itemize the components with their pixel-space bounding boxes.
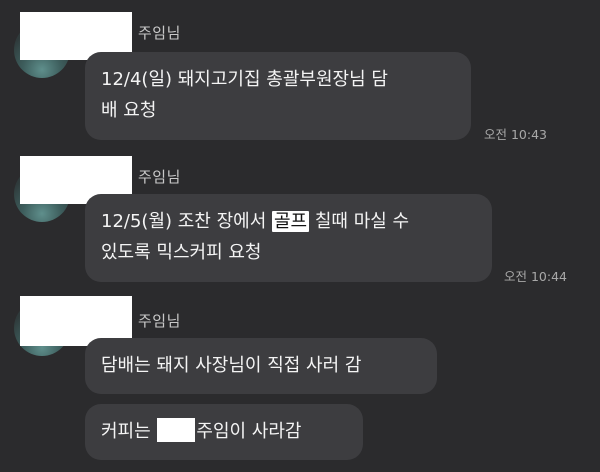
message-bubble[interactable]: 12/5(월) 조찬 장에서 골프 칠때 마실 수 있도록 믹스커피 요청 — [85, 194, 492, 282]
message-timestamp: 오전 10:43 — [484, 127, 547, 142]
sender-name: 주임님 — [138, 168, 181, 186]
message-text-segment: 12/5(월) 조찬 장에서 — [101, 211, 272, 232]
message-text-segment: 칠때 마실 수 — [309, 211, 410, 232]
message-timestamp: 오전 10:44 — [504, 269, 567, 284]
message-text-segment: 주임이 사라감 — [196, 421, 302, 442]
message-text: 담배는 돼지 사장님이 직접 사러 감 — [101, 355, 362, 376]
message-text: 있도록 믹스커피 요청 — [101, 242, 262, 263]
message-bubble[interactable]: 커피는 주임이 사라감 — [85, 404, 363, 460]
message-text: 12/4(일) 돼지고기집 총괄부원장님 담 — [101, 69, 388, 90]
message-text: 커피는 주임이 사라감 — [101, 416, 347, 447]
highlighted-word: 골프 — [272, 211, 310, 232]
message-bubble[interactable]: 12/4(일) 돼지고기집 총괄부원장님 담 배 요청 — [85, 52, 471, 140]
message-text-segment: 커피는 — [101, 421, 157, 442]
redacted-name — [157, 418, 196, 442]
sender-name: 주임님 — [138, 312, 181, 330]
message-text: 배 요청 — [101, 100, 157, 121]
sender-name: 주임님 — [138, 24, 181, 42]
message-bubble[interactable]: 담배는 돼지 사장님이 직접 사러 감 — [85, 338, 437, 394]
message-text: 12/5(월) 조찬 장에서 골프 칠때 마실 수 — [101, 206, 476, 237]
